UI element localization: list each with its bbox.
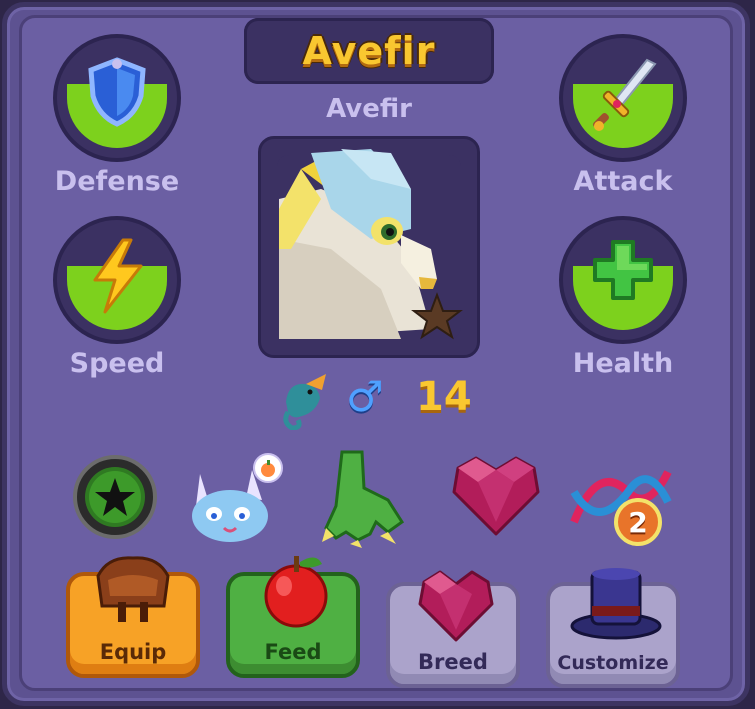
trait-star-orb[interactable] <box>70 452 170 552</box>
shield-icon <box>57 56 177 150</box>
stat-health-label: Health <box>572 348 674 379</box>
stat-defense-gauge <box>53 34 181 162</box>
sword-icon <box>563 56 683 158</box>
creature-level: 14 <box>416 374 472 420</box>
saddle-icon <box>96 556 170 622</box>
customize-button[interactable]: Customize <box>546 568 680 688</box>
stat-health[interactable]: Health <box>558 216 688 379</box>
trait-crystal-heart[interactable] <box>448 452 548 552</box>
creature-title: Avefir <box>302 29 436 73</box>
creature-subtitle: Avefir <box>326 94 412 124</box>
dna-icon <box>570 470 672 546</box>
male-gender-icon: ♂ <box>346 372 384 421</box>
feed-button[interactable]: Feed <box>226 556 360 678</box>
title-plate: Avefir <box>244 18 494 84</box>
trait-creature-hungry[interactable] <box>186 450 286 550</box>
green-claw-icon <box>322 450 405 548</box>
stat-health-gauge <box>559 216 687 344</box>
creature-portrait[interactable] <box>258 136 480 358</box>
trait-dna[interactable]: 2 <box>568 452 672 552</box>
stat-attack[interactable]: Attack <box>558 34 688 197</box>
stat-attack-gauge <box>559 34 687 162</box>
stat-defense-label: Defense <box>54 166 180 197</box>
customize-button-label: Customize <box>557 652 669 674</box>
equip-button[interactable]: Equip <box>66 556 200 678</box>
stat-defense[interactable]: Defense <box>52 34 182 197</box>
stat-speed-label: Speed <box>69 348 165 379</box>
feed-button-label: Feed <box>264 640 322 664</box>
equip-button-label: Equip <box>99 640 167 664</box>
stat-speed[interactable]: Speed <box>52 216 182 379</box>
dragon-icon <box>278 372 334 434</box>
breed-button-label: Breed <box>418 650 488 674</box>
dna-count-badge: 2 <box>628 506 648 539</box>
plus-icon <box>563 238 683 324</box>
trait-claw[interactable] <box>318 448 418 548</box>
crystal-heart-icon <box>418 570 494 642</box>
crystal-heart-icon <box>452 456 540 536</box>
apple-icon <box>264 556 328 628</box>
breed-button[interactable]: Breed <box>386 570 520 688</box>
lightning-icon <box>57 238 177 336</box>
stat-speed-gauge <box>53 216 181 344</box>
bird-creature-portrait <box>277 149 463 340</box>
stat-attack-label: Attack <box>573 166 673 197</box>
blue-creature-hungry-icon <box>192 453 283 542</box>
black-star-green-orb-icon <box>73 455 157 539</box>
top-hat-icon <box>570 568 662 640</box>
creature-meta: ♂ 14 <box>278 372 478 431</box>
